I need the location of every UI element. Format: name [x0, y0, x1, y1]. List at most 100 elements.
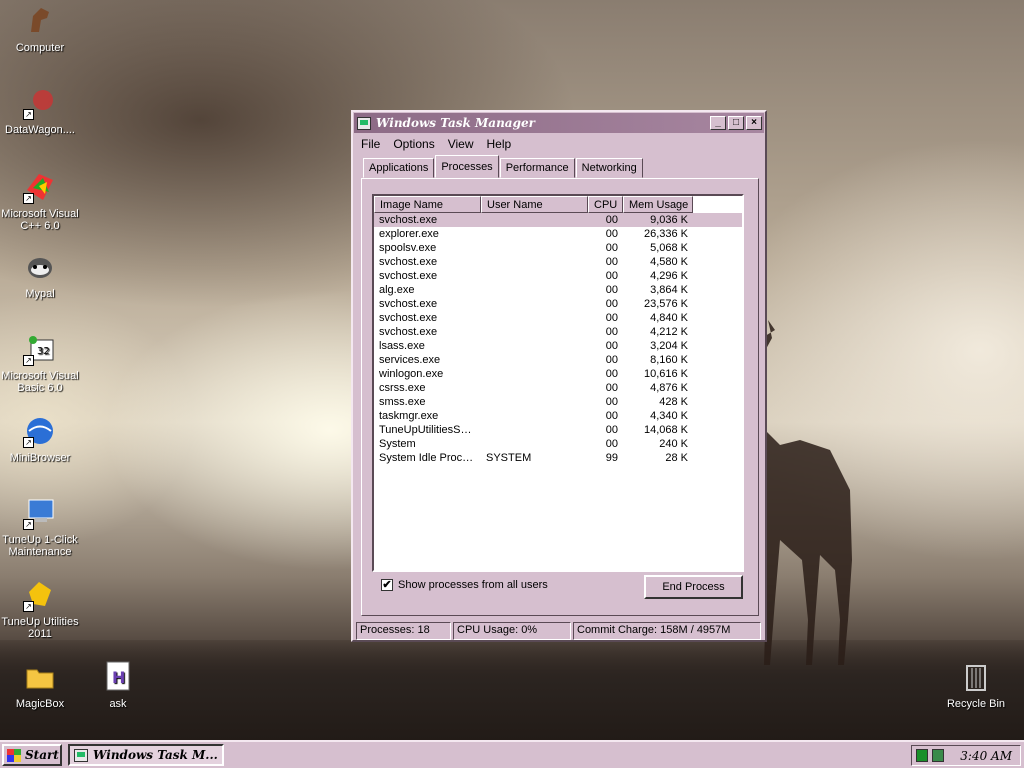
column-cpu[interactable]: CPU — [588, 196, 623, 213]
tuneup-utilities-icon: ↗ — [23, 578, 57, 612]
process-user-name — [481, 283, 588, 297]
process-cpu: 00 — [605, 382, 618, 394]
table-row[interactable]: TuneUpUtilitiesSer... 00 14,068 K — [374, 423, 742, 437]
table-row[interactable]: taskmgr.exe 00 4,340 K — [374, 409, 742, 423]
windows-logo-icon — [7, 748, 21, 762]
process-user-name — [481, 255, 588, 269]
tab-processes[interactable]: Processes — [435, 155, 499, 178]
tab-performance[interactable]: Performance — [499, 158, 575, 178]
table-row[interactable]: svchost.exe 00 4,580 K — [374, 255, 742, 269]
desktop-icon-mypal[interactable]: Mypal — [0, 250, 80, 300]
column-image-name[interactable]: Image Name — [374, 196, 481, 213]
process-user-name — [481, 395, 588, 409]
desktop-icon-computer[interactable]: Computer — [0, 4, 80, 54]
table-row[interactable]: csrss.exe 00 4,876 K — [374, 381, 742, 395]
table-row[interactable]: alg.exe 00 3,864 K — [374, 283, 742, 297]
show-all-processes-checkbox[interactable]: ✔ Show processes from all users — [381, 579, 548, 591]
title-bar[interactable]: Windows Task Manager _ □ × — [354, 113, 764, 133]
desktop-icon-visual-cpp[interactable]: ↗ Microsoft Visual C++ 6.0 — [0, 170, 80, 232]
table-row[interactable]: winlogon.exe 00 10,616 K — [374, 367, 742, 381]
table-row[interactable]: System Idle Process SYSTEM 99 28 K — [374, 451, 742, 465]
table-row[interactable]: smss.exe 00 428 K — [374, 395, 742, 409]
process-image-name: svchost.exe — [379, 326, 438, 338]
process-mem-usage: 428 K — [659, 396, 688, 408]
process-cpu: 00 — [605, 438, 618, 450]
end-process-button[interactable]: End Process — [644, 575, 743, 599]
tray-network-icon[interactable] — [932, 749, 944, 762]
tab-networking[interactable]: Networking — [575, 158, 643, 178]
taskbar: Start Windows Task M... 3:40 AM — [0, 740, 1024, 768]
process-cpu: 00 — [605, 270, 618, 282]
desktop-icon-visual-basic[interactable]: 32 ↗ Microsoft Visual Basic 6.0 — [0, 332, 80, 394]
process-user-name — [481, 311, 588, 325]
desktop-icon-tuneup-utilities[interactable]: ↗ TuneUp Utilities 2011 — [0, 578, 80, 640]
process-mem-usage: 14,068 K — [643, 424, 688, 436]
process-mem-usage: 5,068 K — [650, 242, 688, 254]
tray-cpu-icon[interactable] — [916, 749, 928, 762]
svg-text:32: 32 — [37, 346, 50, 357]
task-manager-icon — [74, 748, 88, 762]
desktop-icon-magicbox[interactable]: MagicBox — [0, 660, 80, 710]
visual-basic-icon: 32 ↗ — [23, 332, 57, 366]
table-row[interactable]: lsass.exe 00 3,204 K — [374, 339, 742, 353]
process-cpu: 00 — [605, 242, 618, 254]
process-mem-usage: 4,840 K — [650, 312, 688, 324]
column-user-name[interactable]: User Name — [481, 196, 588, 213]
taskbar-item-task-manager[interactable]: Windows Task M... — [68, 744, 224, 766]
table-row[interactable]: spoolsv.exe 00 5,068 K — [374, 241, 742, 255]
tab-applications[interactable]: Applications — [363, 158, 435, 178]
process-mem-usage: 4,876 K — [650, 382, 688, 394]
tab-strip: Applications Processes Performance Netwo… — [363, 155, 644, 178]
process-mem-usage: 240 K — [659, 438, 688, 450]
desktop-icon-minibrowser[interactable]: ↗ MiniBrowser — [0, 414, 80, 464]
desktop-icon-label: MagicBox — [15, 698, 65, 710]
close-button[interactable]: × — [746, 116, 762, 130]
table-row[interactable]: svchost.exe 00 4,840 K — [374, 311, 742, 325]
desktop-icon-label: MiniBrowser — [9, 452, 71, 464]
process-mem-usage: 9,036 K — [650, 214, 688, 226]
table-row[interactable]: explorer.exe 00 26,336 K — [374, 227, 742, 241]
process-image-name: services.exe — [379, 354, 441, 366]
desktop-icon-ask[interactable]: H ask — [78, 660, 158, 710]
process-image-name: winlogon.exe — [379, 368, 444, 380]
menu-file[interactable]: File — [361, 137, 380, 151]
minimize-button[interactable]: _ — [710, 116, 726, 130]
process-user-name — [481, 367, 588, 381]
desktop-icon-datawagon[interactable]: ↗ DataWagon.... — [0, 86, 80, 136]
desktop-icon-label: TuneUp 1-Click Maintenance — [2, 534, 78, 558]
process-list[interactable]: Image Name User Name CPU Mem Usage svcho… — [372, 194, 744, 572]
column-mem-usage[interactable]: Mem Usage — [623, 196, 693, 213]
process-cpu: 00 — [605, 396, 618, 408]
process-cpu: 00 — [605, 368, 618, 380]
checkbox-box[interactable]: ✔ — [381, 579, 393, 591]
table-row[interactable]: svchost.exe 00 4,212 K — [374, 325, 742, 339]
process-image-name: lsass.exe — [379, 340, 425, 352]
menu-help[interactable]: Help — [487, 137, 512, 151]
desktop-icon-label: DataWagon.... — [5, 124, 75, 136]
process-mem-usage: 8,160 K — [650, 354, 688, 366]
desktop-icon-tuneup-maintenance[interactable]: ↗ TuneUp 1-Click Maintenance — [0, 496, 80, 558]
table-row[interactable]: svchost.exe 00 4,296 K — [374, 269, 742, 283]
process-image-name: System — [379, 438, 416, 450]
menu-options[interactable]: Options — [393, 137, 434, 151]
start-label: Start — [25, 748, 59, 762]
process-image-name: taskmgr.exe — [379, 410, 439, 422]
table-row[interactable]: svchost.exe 00 9,036 K — [374, 213, 742, 227]
maximize-button[interactable]: □ — [728, 116, 744, 130]
process-cpu: 00 — [605, 214, 618, 226]
clock[interactable]: 3:40 AM — [960, 749, 1012, 763]
start-button[interactable]: Start — [2, 744, 62, 766]
desktop-icon-label: TuneUp Utilities 2011 — [1, 616, 79, 640]
process-user-name — [481, 241, 588, 255]
desktop-icon-recycle-bin[interactable]: Recycle Bin — [936, 660, 1016, 710]
status-processes: Processes: 18 — [356, 622, 451, 640]
process-cpu: 00 — [605, 284, 618, 296]
table-row[interactable]: System 00 240 K — [374, 437, 742, 451]
table-row[interactable]: svchost.exe 00 23,576 K — [374, 297, 742, 311]
menu-view[interactable]: View — [448, 137, 474, 151]
table-row[interactable]: services.exe 00 8,160 K — [374, 353, 742, 367]
desktop-icon-label: Mypal — [25, 288, 55, 300]
process-user-name — [481, 353, 588, 367]
process-user-name: SYSTEM — [486, 452, 532, 464]
minibrowser-icon: ↗ — [23, 414, 57, 448]
